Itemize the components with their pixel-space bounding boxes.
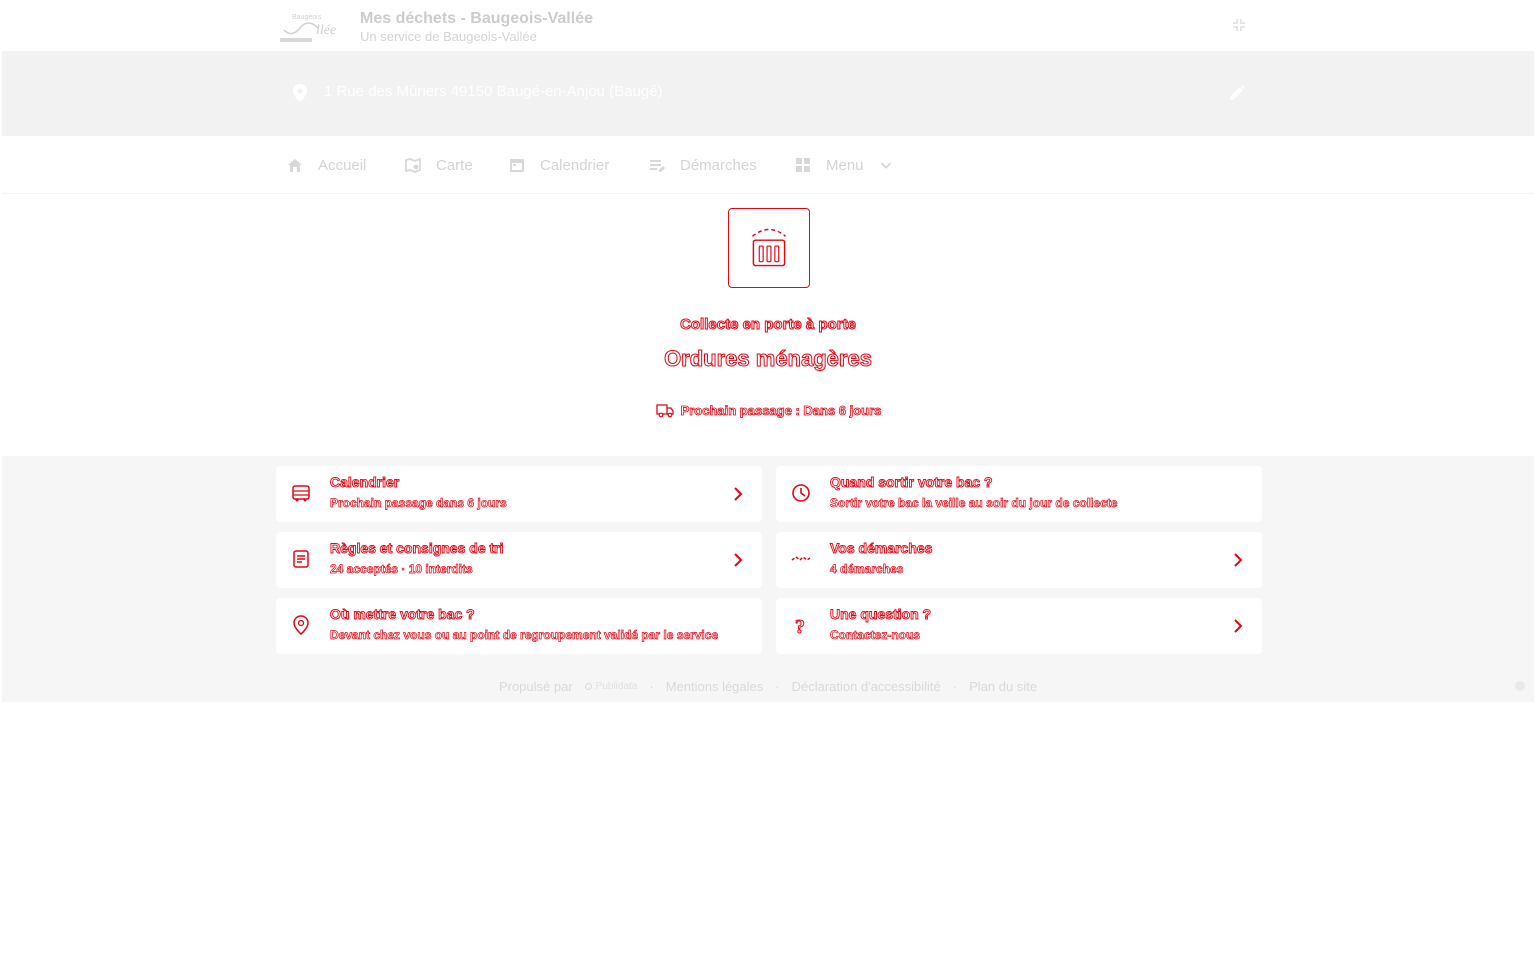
card-regles-tri[interactable]: Règles et consignes de tri 24 acceptés ·… [276,532,762,588]
next-pass-info: Prochain passage : Dans 6 jours [0,402,1536,418]
page: Baugeois llée Mes déchets - Baugeois-Val… [0,0,1536,960]
nav-label: Carte [436,156,473,174]
card-title: Où mettre votre bac ? [330,606,476,623]
card-title: Une question ? [830,606,932,623]
mentions-legales-link[interactable]: Mentions légales [666,679,764,694]
grid-icon [796,158,810,172]
footer-separator: · [649,678,654,694]
question-icon: ? [795,616,806,637]
fullscreen-exit-icon [1233,19,1245,31]
publidata-brand: Publidata [595,680,638,692]
calendar-icon [510,159,524,172]
collection-type: Collecte en porte à porte [680,316,857,334]
address-value: 1 Rue des Mûriers 49150 Baugé-en-Anjou (… [324,83,663,100]
card-question[interactable]: ? Une question ? Contactez-nous [776,598,1262,654]
chevron-right-icon [1234,619,1243,633]
publidata-logo-icon [584,682,592,690]
app-header: Baugeois llée Mes déchets - Baugeois-Val… [2,0,1534,52]
card-ou-mettre-bac[interactable]: Où mettre votre bac ? Devant chez vous o… [276,598,762,654]
card-subtitle: Sortir votre bac la veille au soir du jo… [830,496,1118,511]
chevron-right-icon [734,553,743,567]
card-subtitle: Contactez-nous [830,628,921,643]
trash-bin-icon-box [728,208,810,288]
app-subtitle: Un service de Baugeois-Vallée [360,29,537,44]
chevron-right-icon [1234,553,1243,567]
card-demarches[interactable]: Vos démarches 4 démarches [776,532,1262,588]
chevron-down-icon [880,162,891,169]
card-title: Quand sortir votre bac ? [830,474,993,491]
nav-label: Accueil [318,156,367,174]
app-title: Mes déchets - Baugeois-Vallée [360,10,593,27]
card-calendrier[interactable]: Calendrier Prochain passage dans 6 jours [276,466,762,522]
home-icon [288,159,302,172]
card-title: Calendrier [330,474,400,491]
truck-icon [655,404,674,418]
chevron-right-icon [734,487,743,501]
edit-address-button[interactable] [1226,82,1248,104]
card-subtitle: Devant chez vous ou au point de regroupe… [330,628,719,643]
publidata-link[interactable]: Publidata [584,680,638,692]
card-title: Vos démarches [830,540,933,557]
powered-by-label: Propulsé par [498,678,573,694]
trash-bin-icon [751,228,787,267]
rules-icon [293,550,309,568]
sitemap-link[interactable]: Plan du site [969,679,1037,694]
card-subtitle: 24 acceptés · 10 interdits [330,562,473,577]
next-pass-text: Prochain passage : Dans 6 jours [680,402,882,418]
pencil-icon [1230,85,1245,100]
footer-separator: · [775,678,780,694]
nav-item-carte[interactable]: Carte [404,154,473,176]
handshake-icon [791,556,811,561]
fullscreen-exit-button[interactable] [1228,14,1250,36]
nav-item-demarches[interactable]: Démarches [648,154,757,176]
baugeois-vallee-logo[interactable]: Baugeois llée [278,10,348,44]
cards-band [2,456,1534,702]
waste-stream-title: Ordures ménagères [664,346,873,372]
settings-dot-icon[interactable] [1515,681,1525,691]
nav-item-calendrier[interactable]: Calendrier [508,154,609,176]
svg-text:llée: llée [316,23,336,38]
accessibility-link[interactable]: Déclaration d'accessibilité [792,679,941,694]
address-band: 1 Rue des Mûriers 49150 Baugé-en-Anjou (… [2,52,1534,136]
clock-icon [792,484,810,502]
card-subtitle: 4 démarches [830,562,904,577]
address-selector[interactable]: 1 Rue des Mûriers 49150 Baugé-en-Anjou (… [276,66,1264,120]
nav-label: Démarches [680,156,757,174]
map-pin-icon [293,84,307,102]
nav-label: Menu [826,156,864,174]
svg-text:Baugeois: Baugeois [292,14,322,21]
footer-separator: · [952,678,958,694]
nav-item-accueil[interactable]: Accueil [286,154,366,176]
footer: Propulsé par Publidata · Mentions légale… [0,676,1536,696]
svg-text:?: ? [795,616,805,636]
nav-label: Calendrier [540,156,610,174]
card-subtitle: Prochain passage dans 6 jours [330,496,507,511]
forms-icon [650,160,665,172]
nav-item-menu[interactable]: Menu [794,154,894,176]
bus-calendar-icon [292,485,310,502]
card-title: Règles et consignes de tri [330,540,504,557]
location-icon [293,615,309,635]
card-quand-sortir[interactable]: Quand sortir votre bac ? Sortir votre ba… [776,466,1262,522]
map-icon [405,157,421,173]
main-nav: Accueil Carte Calendrier Démarches Menu [2,136,1534,194]
